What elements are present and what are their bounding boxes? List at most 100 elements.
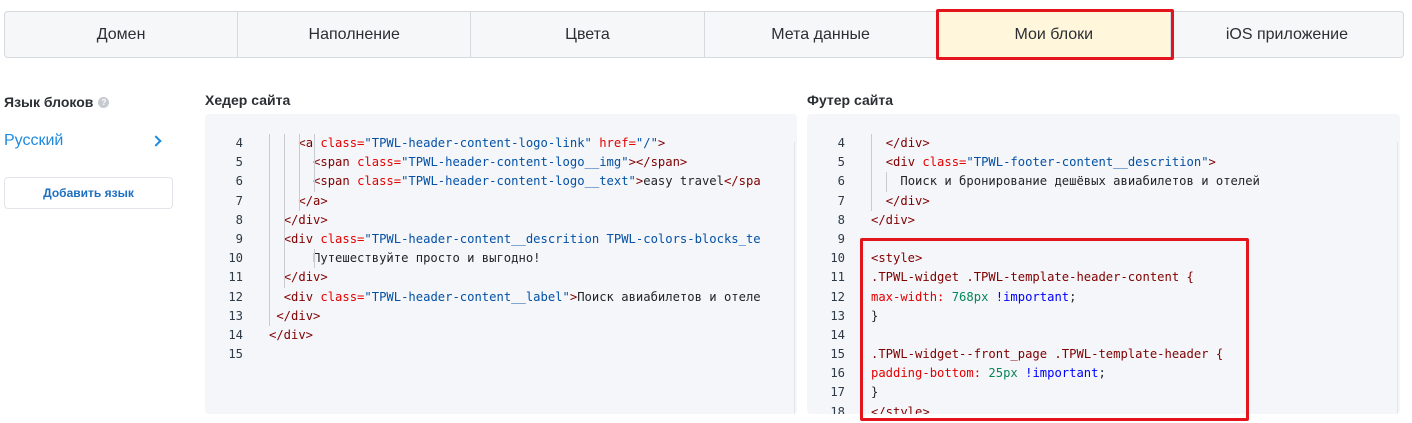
- tab-domain[interactable]: Домен: [5, 12, 239, 57]
- code-token: <span: [313, 174, 358, 189]
- code-line: 6 <span class="TPWL-header-content-logo_…: [205, 172, 797, 191]
- language-item-russian[interactable]: Русский: [4, 129, 164, 153]
- line-number: 15: [830, 347, 845, 362]
- code-token: "TPWL-header-content-logo__img": [401, 155, 629, 170]
- code-line: 15 .TPWL-widget--front_page .TPWL-templat…: [807, 345, 1400, 364]
- tab-content[interactable]: Наполнение: [238, 12, 472, 57]
- code-text: }: [871, 307, 878, 326]
- code-line: 9 <div class="TPWL-header-content__descr…: [205, 230, 797, 249]
- code-token: "TPWL-header-content-logo__text": [401, 174, 636, 189]
- code-line: 9: [807, 230, 1400, 249]
- code-token: </div>: [283, 270, 328, 285]
- code-text: max-width: 768px !important;: [871, 288, 1076, 307]
- code-token: class=: [357, 174, 402, 189]
- line-number: 11: [228, 270, 243, 285]
- code-token: </div>: [283, 212, 328, 227]
- code-line: 13 </div>: [205, 307, 797, 326]
- footer-code-lines: 4 </div> 5 <div class="TPWL-footer-conten…: [807, 134, 1400, 414]
- line-number: 12: [830, 289, 845, 304]
- code-line: 8 </div>: [205, 211, 797, 230]
- code-token: "TPWL-header-content__label": [364, 289, 570, 304]
- line-number: 14: [228, 327, 243, 342]
- tab-meta-data[interactable]: Мета данные: [705, 12, 938, 57]
- code-text: }: [871, 383, 878, 402]
- line-number: 6: [837, 174, 845, 189]
- code-line: 4 <a class="TPWL-header-content-logo-lin…: [205, 134, 797, 153]
- code-token: >: [657, 136, 666, 150]
- code-token: "TPWL-header-content__descrition TPWL-co…: [364, 231, 761, 246]
- code-line: 18 </style>: [807, 403, 1400, 414]
- code-text: </div>: [269, 307, 320, 326]
- chevron-right-icon: [150, 135, 162, 147]
- code-token: <a: [298, 136, 321, 150]
- code-token: class=: [320, 289, 365, 304]
- code-line: 13}: [807, 307, 1400, 326]
- tab-colors[interactable]: Цвета: [471, 12, 705, 57]
- indent-guide: [314, 134, 315, 192]
- code-text: <a class="TPWL-header-content-logo-link"…: [269, 134, 665, 153]
- line-number: 5: [837, 155, 845, 170]
- line-number: 18: [830, 404, 845, 414]
- code-token: <div: [283, 289, 321, 304]
- line-number: 16: [830, 366, 845, 381]
- indent-guide: [299, 134, 300, 211]
- code-line: 5 <div class="TPWL-footer-content__descr…: [807, 153, 1400, 172]
- code-text: </style>: [871, 403, 930, 414]
- code-text: <div class="TPWL-header-content__descrit…: [269, 230, 761, 249]
- indent-guide: [886, 172, 887, 192]
- code-token: class=: [320, 136, 365, 150]
- line-number: 11: [830, 270, 845, 285]
- code-text: </div>: [871, 134, 930, 153]
- footer-code-editor[interactable]: 4 </div> 5 <div class="TPWL-footer-conten…: [807, 114, 1400, 414]
- code-line: 14 </div>: [205, 326, 797, 345]
- indent-guide: [284, 134, 285, 288]
- code-text: <style>: [871, 249, 922, 268]
- code-line: 7 </a>: [205, 192, 797, 211]
- line-number: 10: [228, 251, 243, 266]
- code-token: class=: [357, 155, 402, 170]
- tab-ios-app[interactable]: iOS приложение: [1171, 12, 1403, 57]
- code-token: ;: [1069, 289, 1077, 304]
- block-language-title: Язык блоков: [4, 94, 94, 110]
- block-language-heading: Язык блоков ?: [4, 94, 110, 110]
- help-icon[interactable]: ?: [98, 96, 110, 108]
- code-line: 15: [205, 345, 797, 364]
- line-number: 10: [830, 251, 845, 266]
- code-token: ></span>: [628, 155, 688, 170]
- line-number: 13: [228, 308, 243, 323]
- code-line: 5 <span class="TPWL-header-content-logo_…: [205, 153, 797, 172]
- code-token: </style>: [871, 404, 930, 414]
- code-line: 11 </div>: [205, 268, 797, 287]
- line-number: 4: [837, 136, 845, 150]
- line-number: 8: [235, 212, 243, 227]
- header-code-editor[interactable]: 4 <a class="TPWL-header-content-logo-lin…: [205, 114, 797, 414]
- add-language-button[interactable]: Добавить язык: [4, 177, 173, 209]
- code-text: <span class="TPWL-header-content-logo__t…: [269, 172, 761, 191]
- code-token: "TPWL-footer-content__descrition": [966, 155, 1209, 170]
- code-token: >: [1208, 155, 1216, 170]
- code-line: 10 <style>: [807, 249, 1400, 268]
- code-line: 17}: [807, 383, 1400, 402]
- code-token: padding-bottom:: [871, 366, 989, 381]
- code-token: <span: [313, 155, 358, 170]
- code-token: </div>: [269, 327, 314, 342]
- code-text: </div>: [269, 211, 328, 230]
- code-text: <div class="TPWL-footer-content__descrit…: [871, 153, 1216, 172]
- tab-my-blocks[interactable]: Мои блоки: [937, 12, 1171, 57]
- code-token: "TPWL-header-content-logo-link": [364, 136, 600, 150]
- header-code-lines: 4 <a class="TPWL-header-content-logo-lin…: [205, 134, 797, 364]
- line-number: 8: [837, 212, 845, 227]
- line-number: 14: [830, 327, 845, 342]
- code-token: </spa: [723, 174, 761, 189]
- code-token: </div>: [885, 193, 930, 208]
